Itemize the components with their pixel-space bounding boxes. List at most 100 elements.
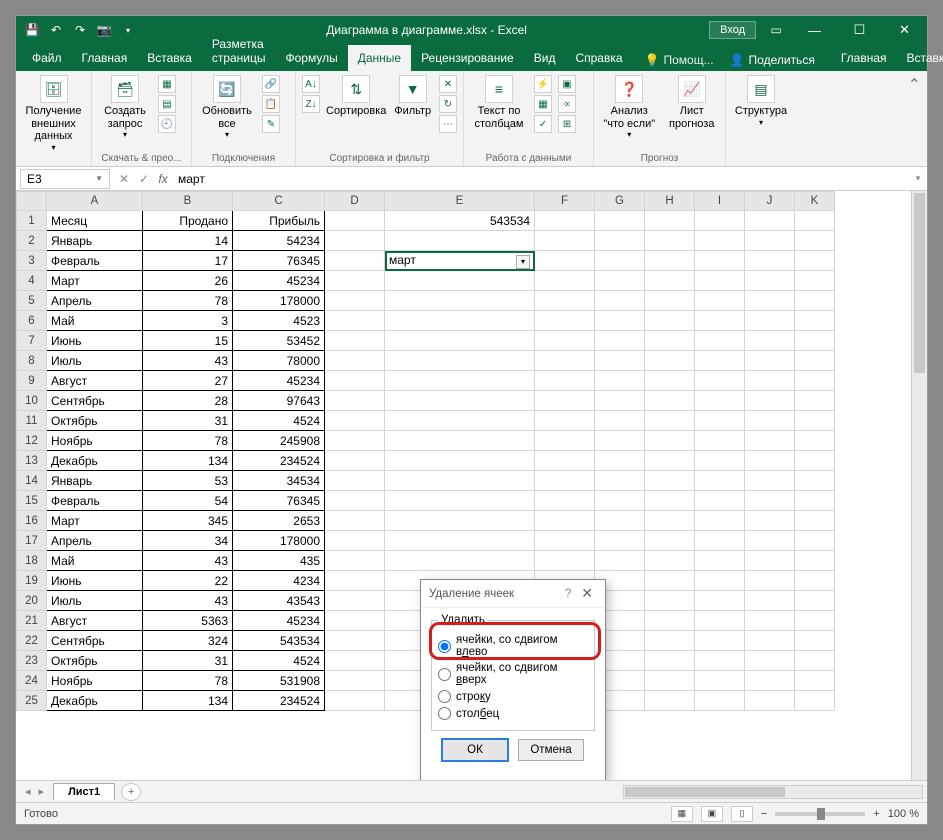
- cell[interactable]: 78: [143, 431, 233, 451]
- cell[interactable]: [745, 591, 795, 611]
- col-header-A[interactable]: A: [47, 192, 143, 211]
- cell[interactable]: [645, 211, 695, 231]
- row-header[interactable]: 15: [17, 491, 47, 511]
- cell[interactable]: 45234: [233, 611, 325, 631]
- formula-input[interactable]: [172, 169, 909, 189]
- cell[interactable]: [645, 631, 695, 651]
- cell[interactable]: 78: [143, 291, 233, 311]
- camera-icon[interactable]: 📷: [96, 22, 112, 38]
- cell[interactable]: [745, 451, 795, 471]
- horizontal-scrollbar[interactable]: [623, 785, 923, 799]
- row-header[interactable]: 7: [17, 331, 47, 351]
- cell[interactable]: Август: [47, 611, 143, 631]
- cell[interactable]: Февраль: [47, 491, 143, 511]
- text-to-columns-button[interactable]: ≡Текст по столбцам: [470, 75, 528, 130]
- cell[interactable]: [745, 691, 795, 711]
- cell[interactable]: [795, 631, 835, 651]
- cell[interactable]: 4524: [233, 411, 325, 431]
- row-header[interactable]: 20: [17, 591, 47, 611]
- cell[interactable]: [645, 431, 695, 451]
- cell[interactable]: [535, 431, 595, 451]
- col-header-K[interactable]: K: [795, 192, 835, 211]
- sheet-prev-icon[interactable]: ◂: [22, 785, 34, 798]
- cell[interactable]: [325, 491, 385, 511]
- cell[interactable]: Июль: [47, 591, 143, 611]
- cell[interactable]: 543534: [385, 211, 535, 231]
- cell[interactable]: 531908: [233, 671, 325, 691]
- cell[interactable]: [745, 331, 795, 351]
- cell[interactable]: [695, 631, 745, 651]
- cell[interactable]: [645, 251, 695, 271]
- sheet-next-icon[interactable]: ▸: [36, 785, 48, 798]
- cancel-edit-icon[interactable]: ✕: [114, 172, 134, 186]
- cell[interactable]: [795, 211, 835, 231]
- cell[interactable]: [745, 391, 795, 411]
- cell[interactable]: [795, 511, 835, 531]
- option-row[interactable]: строку: [438, 688, 588, 705]
- sheet-tab-active[interactable]: Лист1: [53, 783, 115, 800]
- from-table-icon[interactable]: ▤: [158, 95, 176, 113]
- new-query-button[interactable]: 🗃Создать запрос▾: [98, 75, 152, 139]
- cell[interactable]: [695, 211, 745, 231]
- cell[interactable]: Апрель: [47, 531, 143, 551]
- cell[interactable]: [535, 551, 595, 571]
- tab-file[interactable]: Файл: [22, 45, 72, 71]
- tab-1[interactable]: Вставка: [137, 45, 202, 71]
- cell[interactable]: Месяц: [47, 211, 143, 231]
- cell[interactable]: [535, 211, 595, 231]
- col-header-H[interactable]: H: [645, 192, 695, 211]
- cell[interactable]: [795, 671, 835, 691]
- cell[interactable]: Февраль: [47, 251, 143, 271]
- cell[interactable]: [695, 271, 745, 291]
- cell[interactable]: [645, 371, 695, 391]
- outline-button[interactable]: ▤Структура▾: [732, 75, 790, 127]
- cell[interactable]: [645, 611, 695, 631]
- row-header[interactable]: 4: [17, 271, 47, 291]
- clear-filter-icon[interactable]: ✕: [439, 75, 457, 93]
- row-header[interactable]: 3: [17, 251, 47, 271]
- tab-3[interactable]: Формулы: [275, 45, 347, 71]
- col-header-D[interactable]: D: [325, 192, 385, 211]
- cell[interactable]: [645, 571, 695, 591]
- cell[interactable]: [745, 291, 795, 311]
- cell[interactable]: [535, 491, 595, 511]
- cell[interactable]: [595, 211, 645, 231]
- close-button[interactable]: ✕: [882, 16, 927, 44]
- cell[interactable]: [745, 671, 795, 691]
- cell[interactable]: [385, 431, 535, 451]
- cell[interactable]: 54: [143, 491, 233, 511]
- zoom-out-icon[interactable]: −: [761, 808, 767, 820]
- cell[interactable]: [595, 411, 645, 431]
- name-box[interactable]: E3 ▼: [20, 169, 110, 189]
- row-header[interactable]: 2: [17, 231, 47, 251]
- cell[interactable]: [695, 511, 745, 531]
- tab-5[interactable]: Рецензирование: [411, 45, 524, 71]
- cell[interactable]: [695, 491, 745, 511]
- cell[interactable]: [385, 411, 535, 431]
- cell[interactable]: [695, 311, 745, 331]
- cell[interactable]: 45234: [233, 371, 325, 391]
- cell[interactable]: [535, 271, 595, 291]
- cell[interactable]: [595, 351, 645, 371]
- cell[interactable]: 5363: [143, 611, 233, 631]
- cell[interactable]: 2653: [233, 511, 325, 531]
- cell[interactable]: [325, 631, 385, 651]
- cell[interactable]: [645, 411, 695, 431]
- advanced-filter-icon[interactable]: ⋯: [439, 115, 457, 133]
- connections-icon[interactable]: 🔗: [262, 75, 280, 93]
- col-header-B[interactable]: B: [143, 192, 233, 211]
- cell[interactable]: Октябрь: [47, 651, 143, 671]
- cell[interactable]: [645, 491, 695, 511]
- maximize-button[interactable]: ☐: [837, 16, 882, 44]
- option-shift-left[interactable]: ячейки, со сдвигом влево: [438, 632, 588, 660]
- signin-button[interactable]: Вход: [709, 21, 756, 39]
- cell[interactable]: [695, 611, 745, 631]
- cell[interactable]: [795, 471, 835, 491]
- row-header[interactable]: 16: [17, 511, 47, 531]
- cell[interactable]: [325, 291, 385, 311]
- cell[interactable]: [745, 631, 795, 651]
- cell[interactable]: Август: [47, 371, 143, 391]
- cell[interactable]: [325, 431, 385, 451]
- cell[interactable]: [695, 691, 745, 711]
- forecast-sheet-button[interactable]: 📈Лист прогноза: [664, 75, 719, 130]
